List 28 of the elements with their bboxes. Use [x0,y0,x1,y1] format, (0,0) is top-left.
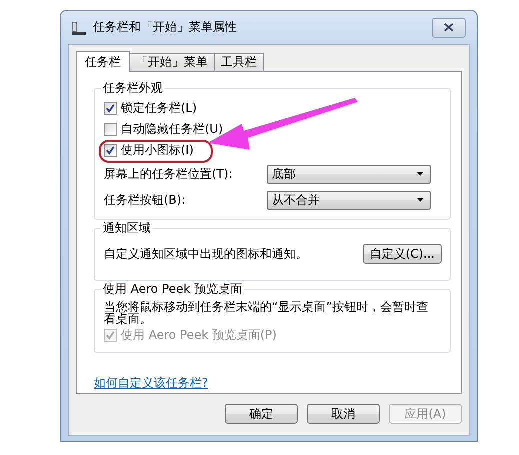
checkbox[interactable] [104,144,117,157]
tab[interactable]: 工具栏 [214,53,264,71]
taskbar-icon [71,20,87,36]
tab[interactable]: 「开始」菜单 [129,53,215,71]
tab[interactable]: 任务栏 [76,51,130,72]
checkbox-label: 自动隐藏任务栏(U) [121,121,224,138]
cancel-button[interactable]: 取消 [307,404,380,424]
checkbox-label: 使用 Aero Peek 预览桌面(P) [121,327,277,344]
checkbox[interactable] [104,123,117,136]
checkbox-label: 锁定任务栏(L) [121,100,198,117]
dropdown-arrow-icon [417,198,424,202]
checkbox-label: 使用小图标(I) [121,142,194,159]
dropdown-arrow-icon [417,172,424,176]
field-label: 任务栏按钮(B): [104,192,187,208]
group-title: 使用 Aero Peek 预览桌面 [101,281,244,298]
field-label: 屏幕上的任务栏位置(T): [104,166,234,182]
description-text: 自定义通知区域中出现的图标和通知。 [104,246,308,262]
checkbox[interactable] [104,102,117,115]
dropdown[interactable]: 底部 [267,164,431,184]
customize-button[interactable]: 自定义(C)... [362,244,442,264]
description-text: 当您将鼠标移动到任务栏末端的“显示桌面”按钮时，会暂时查看桌面。 [104,299,430,325]
ok-button[interactable]: 确定 [225,404,298,424]
group-title: 任务栏外观 [101,80,165,97]
window-title: 任务栏和「开始」菜单属性 [93,19,238,36]
close-button[interactable] [432,18,466,38]
help-link[interactable]: 如何自定义该任务栏? [94,375,208,392]
close-icon [444,23,454,32]
dropdown[interactable]: 从不合并 [267,190,431,210]
